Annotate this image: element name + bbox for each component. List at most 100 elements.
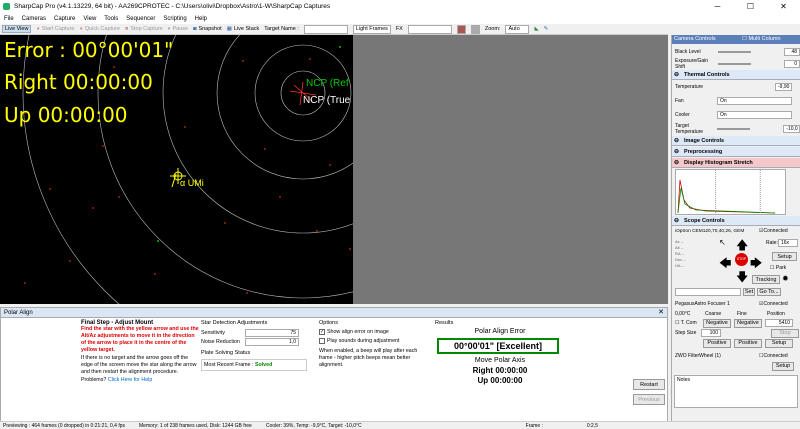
target-temp-value[interactable]: -10,0 xyxy=(783,125,800,133)
solving-row: Most Recent Frame : Solved xyxy=(201,359,307,371)
target-name-input[interactable] xyxy=(303,24,348,34)
exposure-slider[interactable] xyxy=(717,62,751,65)
snapshot-label: Snapshot xyxy=(198,26,222,32)
stop-capture-label: Stop Capture xyxy=(130,26,163,32)
play-sounds-checkbox[interactable] xyxy=(319,338,325,344)
park-checkbox[interactable]: ☐ Park xyxy=(770,265,786,271)
tcomp-checkbox[interactable]: ☐ T. Com xyxy=(675,320,703,326)
sensitivity-input[interactable]: 75 xyxy=(245,329,299,337)
mount-connected-label: Connected xyxy=(763,228,788,234)
fan-select[interactable]: On xyxy=(717,97,792,105)
help-link[interactable]: Click Here for Help xyxy=(108,377,152,383)
zoom-select[interactable]: Auto xyxy=(505,24,530,34)
menu-sequencer[interactable]: Sequencer xyxy=(126,16,155,22)
recent-frame-value: Solved xyxy=(254,362,273,368)
menu-tools[interactable]: Tools xyxy=(104,16,118,22)
menu-help[interactable]: Help xyxy=(195,16,207,22)
tracking-button[interactable]: Tracking xyxy=(752,275,780,284)
grey-swatch-icon[interactable] xyxy=(470,24,480,34)
polar-align-panel: Polar Align ✕ Final Step - Adjust Mount … xyxy=(0,307,668,422)
exposure-value[interactable]: 0 xyxy=(784,59,800,68)
target-input[interactable] xyxy=(675,287,741,296)
mount-row: iOptron CEM120,70,40,26, GEM ☑ Connected xyxy=(672,226,800,236)
instruction-text: Find the star with the yellow arrow and … xyxy=(81,326,199,353)
focuser-header-row: 0,00°C Coarse Fine Position xyxy=(672,309,800,318)
black-level-slider[interactable] xyxy=(717,50,751,53)
restart-button[interactable]: Restart xyxy=(633,379,665,390)
down-arrow-icon[interactable]: 🡇 xyxy=(736,268,748,289)
menu-scripting[interactable]: Scripting xyxy=(163,16,186,22)
close-icon[interactable]: ✕ xyxy=(658,308,664,318)
thermal-controls-header[interactable]: Thermal Controls xyxy=(672,70,800,80)
quick-capture-label: Quick Capture xyxy=(84,26,120,32)
stop-capture-button[interactable]: ■ Stop Capture xyxy=(125,26,163,32)
quick-capture-button[interactable]: ● Quick Capture xyxy=(80,26,120,32)
live-stack-button[interactable]: ▦ Live Stack xyxy=(227,26,260,32)
maximize-button[interactable]: ☐ xyxy=(734,0,767,13)
pause-button[interactable]: ⏸ Pause xyxy=(168,26,188,33)
stop-button[interactable]: STOP xyxy=(735,253,748,266)
histogram-display[interactable] xyxy=(675,169,786,215)
menu-cameras[interactable]: Cameras xyxy=(22,16,46,22)
fx-select[interactable] xyxy=(407,24,452,34)
menu-file[interactable]: File xyxy=(4,16,14,22)
black-level-value[interactable]: 48 xyxy=(784,47,800,56)
right-arrow-icon[interactable]: 🡆 xyxy=(750,254,762,275)
preprocessing-header[interactable]: Preprocessing xyxy=(672,147,800,157)
fine-positive-button[interactable]: Positive xyxy=(734,339,762,348)
tcomp-label: T. Com xyxy=(680,320,697,326)
live-image-canvas[interactable]: Error : 00°00'01" Right 00:00:00 Up 00:0… xyxy=(0,35,668,304)
stack-icon: ▦ xyxy=(226,26,232,32)
live-view-button[interactable]: Live View xyxy=(2,25,32,33)
coarse-label: Coarse xyxy=(705,310,722,317)
rate-select[interactable]: 16x xyxy=(778,239,798,247)
target-name-label: Target Name : xyxy=(264,26,299,32)
notes-label: Notes xyxy=(677,377,691,383)
north-west-icon[interactable]: ↖ xyxy=(719,238,726,247)
noise-input[interactable]: 1,0 xyxy=(245,338,299,346)
scope-controls-header[interactable]: Scope Controls xyxy=(672,216,800,226)
black-level-label: Black Level xyxy=(675,48,701,55)
temperature-row: Temperature -9,90 xyxy=(672,80,800,94)
left-arrow-icon[interactable]: 🡄 xyxy=(719,254,731,275)
menu-view[interactable]: View xyxy=(83,16,96,22)
focuser-stop-button[interactable]: Stop xyxy=(771,328,799,338)
image-controls-header[interactable]: Image Controls xyxy=(672,136,800,146)
close-button[interactable]: ✕ xyxy=(767,0,800,13)
pin-icon[interactable]: ✎ xyxy=(544,26,549,32)
gear-icon[interactable]: ✹ xyxy=(782,274,789,283)
minimize-button[interactable]: ─ xyxy=(701,0,734,13)
histogram-header[interactable]: Display Histogram Stretch xyxy=(672,158,800,168)
step-size-row: Step Size 100 Stop xyxy=(672,328,800,338)
histogram-icon[interactable]: ◣ xyxy=(534,26,538,32)
position-value[interactable]: 5410 xyxy=(765,319,793,327)
menu-capture[interactable]: Capture xyxy=(54,16,75,22)
goto-button[interactable]: Go To... xyxy=(757,287,781,296)
snapshot-button[interactable]: ◙ Snapshot xyxy=(193,26,222,32)
align-error-checkbox[interactable]: ✓ xyxy=(319,329,325,335)
multi-column-toggle[interactable]: ☐ Multi Column xyxy=(742,35,781,44)
problems-row: Problems? Click Here for Help xyxy=(81,377,199,383)
opt2-label: Play sounds during adjustment xyxy=(327,338,400,344)
scope-setup-button[interactable]: Setup xyxy=(772,252,797,261)
color-swatch-icon[interactable] xyxy=(456,24,466,34)
fine-negative-button[interactable]: Negative xyxy=(734,318,762,328)
up-overlay: Up 00:00:00 xyxy=(4,103,128,127)
start-capture-button[interactable]: ● Start Capture xyxy=(36,26,74,32)
fan-row: Fan On xyxy=(672,94,800,108)
cooler-select[interactable]: On xyxy=(717,111,792,119)
notes-area[interactable]: Notes xyxy=(674,375,798,408)
coarse-negative-button[interactable]: Negative xyxy=(703,318,731,328)
pae-value: 00°00'01" [Excellent] xyxy=(437,338,559,354)
step-size-input[interactable]: 100 xyxy=(701,329,721,337)
move-label: Move Polar Axis xyxy=(474,357,526,364)
histogram-graph xyxy=(677,170,776,214)
coarse-positive-button[interactable]: Positive xyxy=(703,339,731,348)
previous-button[interactable]: Previous xyxy=(633,394,665,405)
filterwheel-setup-button[interactable]: Setup xyxy=(772,362,794,371)
frame-type-select[interactable]: Light Frames xyxy=(352,24,391,34)
star-detection-section: Star Detection Adjustments Sensitivity 7… xyxy=(201,320,307,371)
focuser-setup-button[interactable]: Setup xyxy=(765,339,793,348)
target-temp-slider[interactable] xyxy=(717,128,751,130)
target-temp-label: Target Temperature xyxy=(675,123,704,135)
